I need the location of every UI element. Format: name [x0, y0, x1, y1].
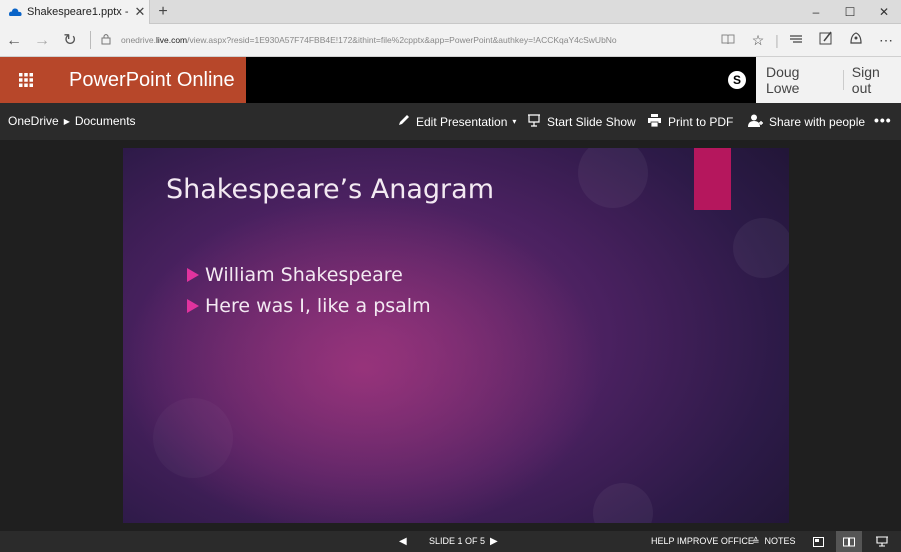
reading-view-button-icon[interactable]: [836, 531, 862, 552]
bullet-arrow-icon: [187, 268, 199, 282]
notes-button[interactable]: ≙ NOTES: [752, 531, 796, 552]
skype-letter: S: [728, 71, 746, 89]
bullet-text: William Shakespeare: [205, 264, 403, 286]
slide-accent-bar: [694, 148, 731, 210]
bokeh-decoration: [578, 148, 648, 208]
breadcrumb-onedrive[interactable]: OneDrive: [8, 103, 59, 140]
tab-close-button[interactable]: ✕: [131, 4, 149, 20]
browser-toolbar: ☆ | ⋯: [713, 24, 901, 57]
more-options-button[interactable]: •••: [874, 103, 892, 140]
forward-icon[interactable]: →: [28, 24, 56, 57]
help-improve-office-link[interactable]: HELP IMPROVE OFFICE: [651, 531, 754, 552]
reading-view-icon[interactable]: [713, 24, 743, 57]
office-header: PowerPoint Online S Doug Lowe Sign out: [0, 57, 901, 103]
status-bar: ◀ SLIDE 1 OF 5 ▶ HELP IMPROVE OFFICE ≙ NO…: [0, 531, 901, 552]
print-to-pdf-button[interactable]: Print to PDF: [647, 103, 733, 140]
slide-stage: Shakespeare’s Anagram William Shakespear…: [0, 140, 901, 531]
breadcrumb: OneDrive ▶ Documents: [8, 103, 136, 140]
slide-bullet-list: William Shakespeare Here was I, like a p…: [187, 264, 431, 326]
more-icon[interactable]: ⋯: [871, 24, 901, 57]
address-separator: [90, 31, 91, 49]
dropdown-arrow-icon: ▾: [512, 117, 517, 126]
edit-presentation-button[interactable]: Edit Presentation ▾: [398, 103, 516, 140]
bullet-text: Here was I, like a psalm: [205, 295, 431, 317]
favorite-star-icon[interactable]: ☆: [743, 24, 773, 57]
bokeh-decoration: [593, 483, 653, 523]
url-path: /view.aspx?resid=1E930A57F74FBB4E!172&it…: [187, 35, 617, 45]
printer-icon: [647, 113, 662, 130]
tab-title: Shakespeare1.pptx - Mi: [27, 6, 131, 18]
skype-icon[interactable]: S: [718, 57, 756, 103]
back-icon[interactable]: ←: [0, 24, 28, 57]
browser-tab[interactable]: Shakespeare1.pptx - Mi ✕: [0, 0, 150, 24]
onedrive-cloud-icon: [8, 7, 22, 17]
start-slide-show-label: Start Slide Show: [547, 114, 636, 129]
hub-icon[interactable]: [781, 24, 811, 57]
lock-icon[interactable]: [97, 33, 115, 48]
slide-canvas[interactable]: Shakespeare’s Anagram William Shakespear…: [123, 148, 789, 523]
url-domain: live.com: [155, 35, 188, 45]
maximize-button[interactable]: ☐: [833, 0, 867, 24]
window-controls: – ☐ ✕: [799, 0, 901, 24]
minimize-button[interactable]: –: [799, 0, 833, 24]
share-with-people-label: Share with people: [769, 114, 866, 129]
breadcrumb-arrow-icon: ▶: [63, 117, 70, 126]
editing-view-icon[interactable]: [808, 531, 828, 552]
address-bar: ← → ↻ onedrive.live.com/view.aspx?resid=…: [0, 24, 901, 57]
previous-slide-icon[interactable]: ◀: [399, 531, 407, 552]
share-icon[interactable]: [841, 24, 871, 57]
notes-label: NOTES: [764, 536, 796, 546]
refresh-icon[interactable]: ↻: [56, 24, 84, 57]
slide-bullet: Here was I, like a psalm: [187, 295, 431, 317]
slide-title: Shakespeare’s Anagram: [166, 174, 495, 205]
slide-show-view-icon[interactable]: [872, 531, 892, 552]
slide-bullet: William Shakespeare: [187, 264, 431, 286]
bokeh-decoration: [733, 218, 789, 278]
print-to-pdf-label: Print to PDF: [668, 114, 734, 129]
slide-show-icon: [527, 113, 541, 130]
app-name[interactable]: PowerPoint Online: [52, 57, 246, 103]
close-window-button[interactable]: ✕: [867, 0, 901, 24]
url-prefix: onedrive.: [121, 35, 156, 45]
bokeh-decoration: [153, 398, 233, 478]
url-field[interactable]: onedrive.live.com/view.aspx?resid=1E930A…: [115, 35, 713, 45]
user-name[interactable]: Doug Lowe: [756, 64, 843, 96]
slide-indicator: SLIDE 1 OF 5: [429, 536, 486, 546]
toolbar-separator: |: [775, 31, 779, 48]
breadcrumb-documents[interactable]: Documents: [75, 103, 136, 140]
web-note-icon[interactable]: [811, 24, 841, 57]
add-person-icon: [748, 114, 763, 130]
sign-out-link[interactable]: Sign out: [844, 64, 901, 96]
bullet-arrow-icon: [187, 299, 199, 313]
pencil-icon: [398, 114, 410, 129]
app-launcher-icon[interactable]: [0, 57, 52, 103]
next-slide-icon[interactable]: ▶: [490, 531, 498, 552]
notes-icon: ≙: [752, 536, 760, 546]
user-pane: Doug Lowe Sign out: [756, 57, 901, 103]
start-slide-show-button[interactable]: Start Slide Show: [527, 103, 636, 140]
share-with-people-button[interactable]: Share with people: [748, 103, 865, 140]
new-tab-button[interactable]: +: [152, 1, 174, 23]
command-bar: OneDrive ▶ Documents Edit Presentation ▾…: [0, 103, 901, 140]
browser-tab-strip: Shakespeare1.pptx - Mi ✕ + – ☐ ✕: [0, 0, 901, 24]
edit-presentation-label: Edit Presentation: [416, 114, 508, 129]
